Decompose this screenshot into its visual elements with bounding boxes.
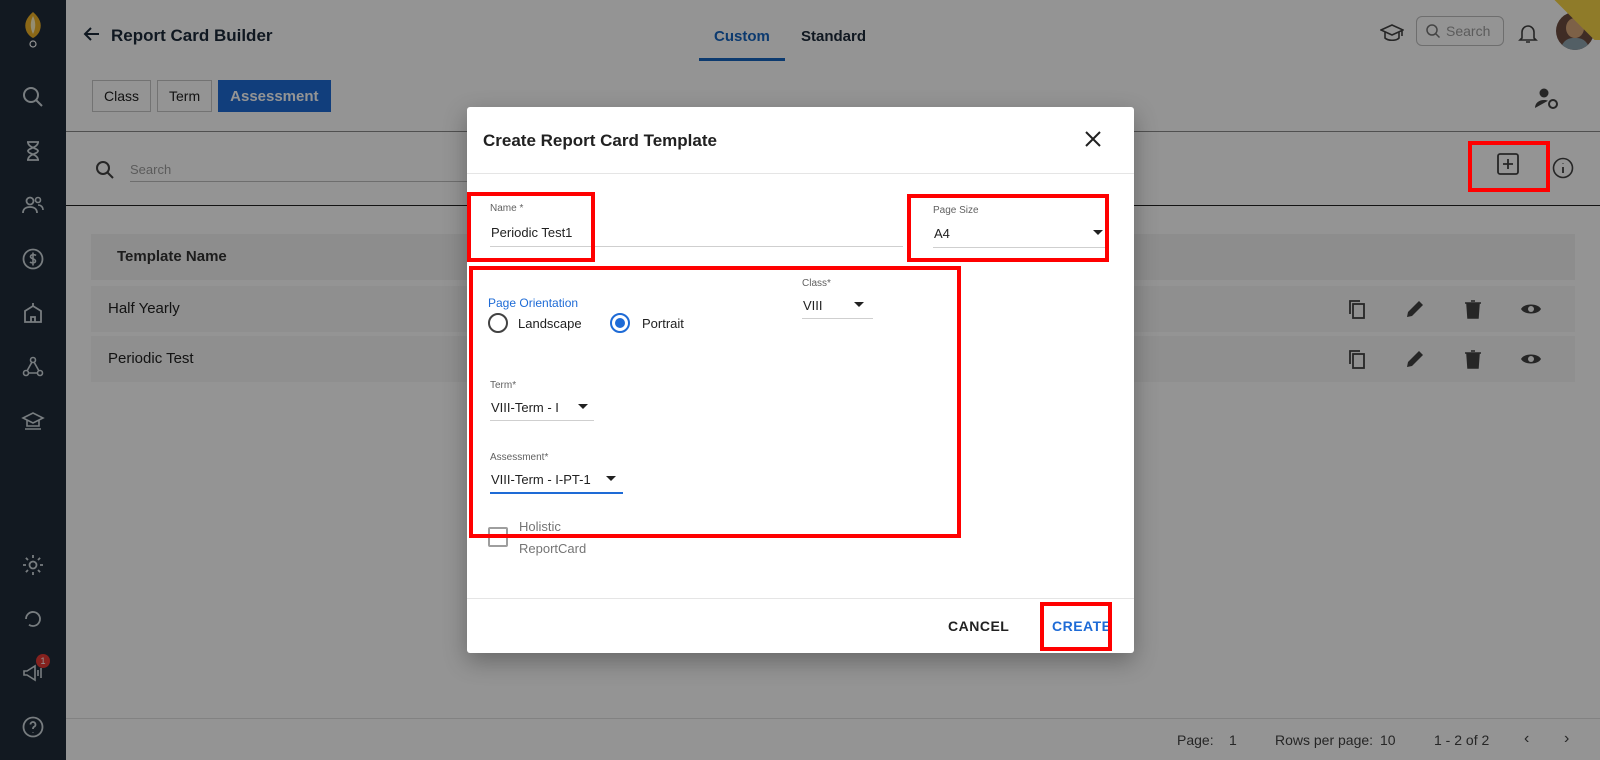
highlight-box <box>469 266 961 538</box>
dialog-title: Create Report Card Template <box>483 131 717 150</box>
highlight-box <box>467 192 595 262</box>
divider <box>467 173 1134 174</box>
divider <box>467 598 1134 599</box>
close-icon[interactable] <box>1083 129 1103 149</box>
reportcard-label: ReportCard <box>519 541 587 556</box>
cancel-button[interactable]: CANCEL <box>948 618 1009 634</box>
highlight-box <box>1040 602 1112 651</box>
highlight-box <box>907 194 1109 262</box>
highlight-box <box>1468 141 1550 192</box>
